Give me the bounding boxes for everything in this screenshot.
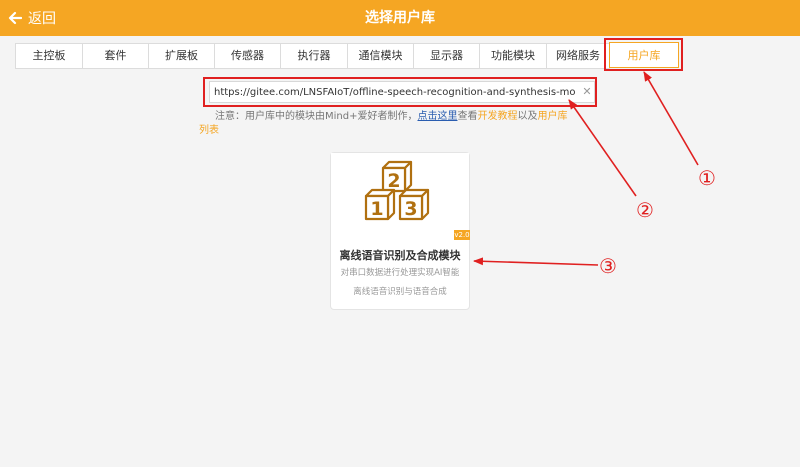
annotation-arrow-1 xyxy=(643,71,699,166)
annotation-arrow-3 xyxy=(473,257,599,266)
notice-view: 查看 xyxy=(457,111,478,122)
category-tabs: 主控板 套件 扩展板 传感器 执行器 通信模块 显示器 功能模块 网络服务 xyxy=(15,43,610,69)
user-library-list-link[interactable]: 用户库 xyxy=(537,111,567,122)
header-bar: 返回 选择用户库 xyxy=(0,0,800,36)
tab-network[interactable]: 网络服务 xyxy=(547,44,609,68)
annotation-number-1: ① xyxy=(698,166,716,190)
tab-main-board[interactable]: 主控板 xyxy=(16,44,83,68)
block-digit-3: 3 xyxy=(404,198,417,220)
block-digit-1: 1 xyxy=(370,198,383,220)
notice-text: 注意：用户库中的模块由Mind+爱好者制作，点击这里查看开发教程以及用户库 xyxy=(215,110,567,124)
tab-user-library[interactable]: 用户库 xyxy=(609,42,679,68)
tab-sensor[interactable]: 传感器 xyxy=(215,44,281,68)
tab-display[interactable]: 显示器 xyxy=(414,44,480,68)
dev-tutorial-link[interactable]: 开发教程 xyxy=(477,111,517,122)
annotation-arrow-2 xyxy=(568,99,637,197)
notice-and: 以及 xyxy=(517,111,538,122)
click-here-link[interactable]: 点击这里 xyxy=(417,111,457,122)
module-card[interactable]: 2 1 3 v2.0 离线语音识别及合成模块 对串口数据进行处理实现AI智能 离… xyxy=(330,152,470,310)
arrow-left-icon xyxy=(8,11,22,25)
annotation-number-2: ② xyxy=(636,198,654,222)
user-library-list-link-cont[interactable]: 列表 xyxy=(199,124,219,138)
module-card-description: 对串口数据进行处理实现AI智能 xyxy=(340,268,460,278)
blocks-icon: 2 1 3 xyxy=(331,153,469,238)
notice-prefix: 注意：用户库中的模块由Mind+爱好者制作， xyxy=(215,111,418,122)
clear-icon[interactable]: ✕ xyxy=(581,85,593,99)
module-card-subtitle: 离线语音识别与语音合成 xyxy=(353,287,447,297)
library-url-input[interactable] xyxy=(209,81,595,103)
block-digit-2: 2 xyxy=(387,170,400,192)
tab-kit[interactable]: 套件 xyxy=(83,44,149,68)
version-badge: v2.0 xyxy=(454,230,470,240)
tab-expansion-board[interactable]: 扩展板 xyxy=(149,44,215,68)
back-button[interactable]: 返回 xyxy=(8,0,56,36)
back-label: 返回 xyxy=(28,11,56,27)
page-title: 选择用户库 xyxy=(365,10,435,26)
tab-communication[interactable]: 通信模块 xyxy=(348,44,414,68)
annotation-number-3: ③ xyxy=(599,254,617,278)
tab-actuator[interactable]: 执行器 xyxy=(281,44,348,68)
tab-function[interactable]: 功能模块 xyxy=(480,44,547,68)
module-card-title: 离线语音识别及合成模块 xyxy=(339,249,461,262)
